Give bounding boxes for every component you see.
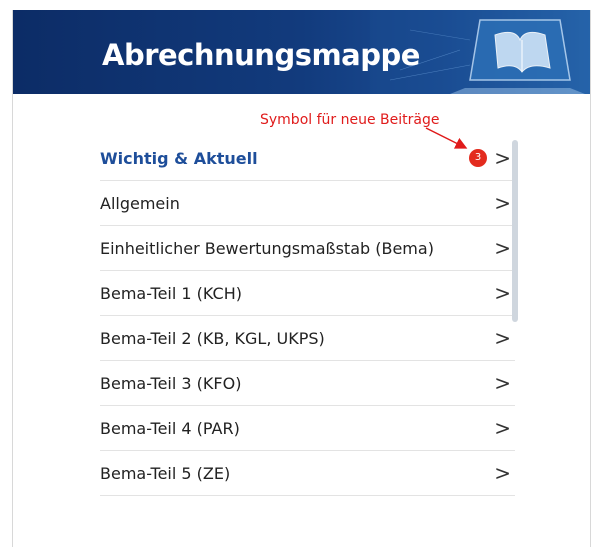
list-item-label: Bema-Teil 2 (KB, KGL, UKPS)	[100, 328, 325, 348]
list-item-label: Bema-Teil 5 (ZE)	[100, 463, 231, 483]
list-item-wichtig-aktuell[interactable]: Wichtig & Aktuell 3 >	[100, 136, 515, 181]
chevron-right-icon: >	[494, 236, 511, 260]
list-item-label: Bema-Teil 1 (KCH)	[100, 283, 242, 303]
chevron-right-icon: >	[494, 371, 511, 395]
page-title: Abrechnungsmappe	[102, 38, 420, 72]
list-item-allgemein[interactable]: Allgemein >	[100, 181, 515, 226]
list-item-bema[interactable]: Einheitlicher Bewertungsmaßstab (Bema) >	[100, 226, 515, 271]
category-list: Wichtig & Aktuell 3 > Allgemein > Einhei…	[100, 136, 515, 496]
list-item-bema-teil-4[interactable]: Bema-Teil 4 (PAR) >	[100, 406, 515, 451]
list-scrollbar[interactable]	[512, 140, 518, 322]
chevron-right-icon: >	[494, 326, 511, 350]
chevron-right-icon: >	[494, 191, 511, 215]
list-item-label: Bema-Teil 4 (PAR)	[100, 418, 240, 438]
list-item-label: Bema-Teil 3 (KFO)	[100, 373, 242, 393]
list-item-label: Einheitlicher Bewertungsmaßstab (Bema)	[100, 238, 434, 258]
list-item-label: Allgemein	[100, 193, 180, 213]
list-item-label: Wichtig & Aktuell	[100, 148, 258, 168]
list-item-bema-teil-3[interactable]: Bema-Teil 3 (KFO) >	[100, 361, 515, 406]
list-item-bema-teil-2[interactable]: Bema-Teil 2 (KB, KGL, UKPS) >	[100, 316, 515, 361]
header-banner: Abrechnungsmappe	[13, 10, 590, 94]
new-posts-badge: 3	[469, 149, 487, 167]
list-item-bema-teil-1[interactable]: Bema-Teil 1 (KCH) >	[100, 271, 515, 316]
chevron-right-icon: >	[494, 146, 511, 170]
list-item-bema-teil-5[interactable]: Bema-Teil 5 (ZE) >	[100, 451, 515, 496]
chevron-right-icon: >	[494, 461, 511, 485]
chevron-right-icon: >	[494, 281, 511, 305]
new-posts-annotation: Symbol für neue Beiträge	[260, 112, 440, 128]
chevron-right-icon: >	[494, 416, 511, 440]
